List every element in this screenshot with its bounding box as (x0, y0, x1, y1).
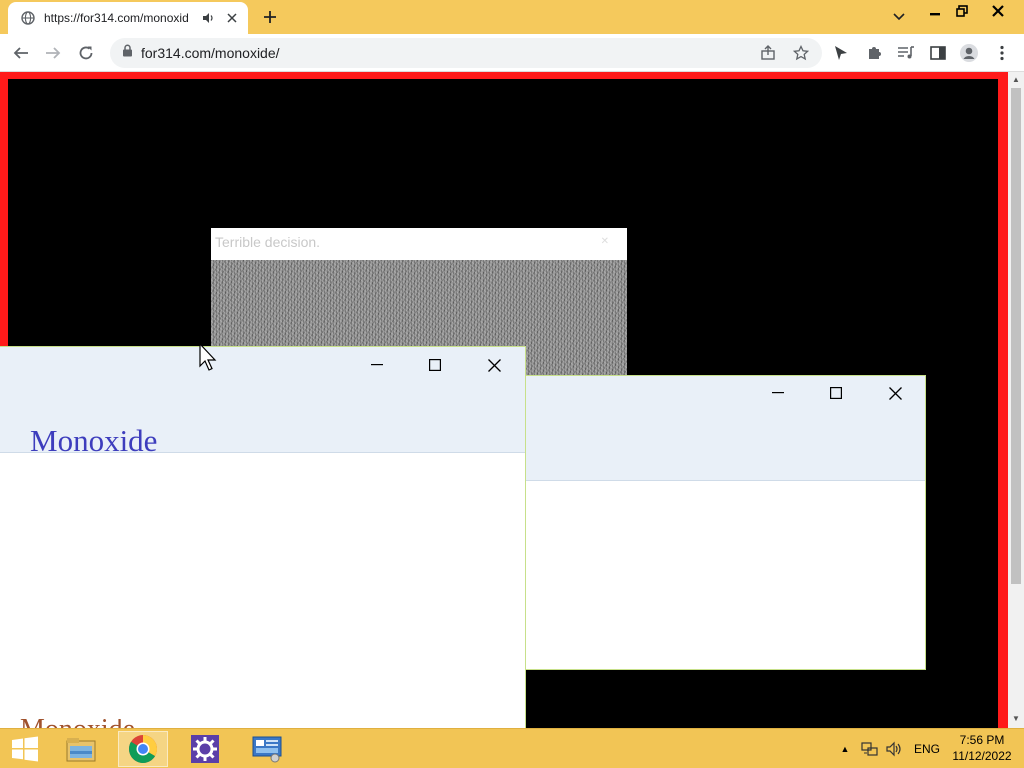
browser-tab[interactable]: https://for314.com/monoxid (8, 2, 248, 34)
mouse-cursor-icon (199, 343, 217, 371)
send-extension-button[interactable] (828, 40, 854, 66)
plus-icon (264, 11, 276, 23)
globe-icon (20, 10, 36, 26)
taskbar: ▲ ENG 7:56 PM 11/12/2022 (0, 728, 1024, 768)
back-button[interactable] (8, 40, 34, 66)
new-tab-button[interactable] (258, 6, 282, 28)
clock-date: 11/12/2022 (952, 749, 1012, 763)
profile-icon (960, 44, 978, 62)
red-border-top (0, 72, 1008, 79)
file-explorer-icon (66, 738, 96, 762)
red-border-right (998, 72, 1008, 728)
profile-button[interactable] (956, 40, 982, 66)
minimize-icon (930, 13, 940, 16)
settings-taskbar-item[interactable] (180, 731, 230, 767)
menu-dots-icon (1000, 45, 1004, 61)
clock-time: 7:56 PM (959, 733, 1005, 747)
scroll-down-icon[interactable]: ▼ (1011, 714, 1021, 724)
monoxide-close-button[interactable] (479, 353, 509, 377)
side-panel-icon (930, 46, 946, 60)
start-button[interactable] (0, 731, 50, 767)
puzzle-icon (869, 47, 881, 59)
language-indicator[interactable]: ENG (910, 737, 944, 761)
window-close-button[interactable] (983, 0, 1013, 22)
system-clock[interactable]: 7:56 PM 11/12/2022 (946, 732, 1018, 764)
star-icon[interactable] (789, 41, 813, 65)
side-panel-button[interactable] (925, 40, 951, 66)
address-bar[interactable]: for314.com/monoxide/ (110, 38, 822, 68)
reload-button[interactable] (73, 40, 99, 66)
minimize-icon (772, 392, 784, 394)
noise-dialog-close-icon: ✕ (600, 236, 609, 247)
speaker-icon[interactable] (200, 10, 216, 26)
chrome-icon (129, 735, 157, 763)
secondary-close-button[interactable] (880, 381, 910, 405)
tab-strip: https://for314.com/monoxid (0, 0, 1024, 34)
network-icon[interactable] (860, 737, 880, 761)
file-explorer-taskbar-item[interactable] (56, 731, 106, 767)
noise-dialog-title: Terrible decision. (211, 228, 627, 260)
settings-icon (191, 735, 219, 763)
control-panel-taskbar-item[interactable] (242, 731, 292, 767)
maximize-icon (429, 359, 441, 371)
browser-toolbar: for314.com/monoxide/ (0, 34, 1024, 72)
arrow-left-icon (13, 47, 28, 59)
control-panel-icon (252, 736, 282, 763)
media-control-button[interactable] (893, 40, 919, 66)
monoxide-app-title: Monoxide (30, 423, 158, 458)
monoxide-maximize-button[interactable] (420, 353, 450, 377)
extensions-button[interactable] (861, 40, 887, 66)
minimize-icon (371, 364, 383, 366)
volume-icon[interactable] (884, 737, 904, 761)
url-text: for314.com/monoxide/ (141, 45, 280, 61)
secondary-window-titlebar[interactable] (526, 376, 925, 480)
media-icon (898, 46, 914, 59)
close-icon (487, 358, 501, 372)
reload-icon (79, 46, 93, 60)
share-icon[interactable] (756, 41, 780, 65)
secondary-window[interactable] (526, 375, 926, 670)
close-icon (992, 5, 1004, 17)
secondary-window-divider (526, 480, 925, 481)
arrow-right-icon (46, 47, 61, 59)
scroll-up-icon[interactable]: ▲ (1011, 75, 1021, 85)
secondary-maximize-button[interactable] (821, 381, 851, 405)
windows-start-icon (12, 736, 38, 762)
close-icon (888, 386, 902, 400)
lock-icon[interactable] (122, 44, 133, 62)
secondary-minimize-button[interactable] (763, 381, 793, 405)
desktop-screen: https://for314.com/monoxid for314.com/mo… (0, 0, 1024, 768)
tab-search-button[interactable] (888, 6, 910, 28)
tab-title: https://for314.com/monoxid (44, 11, 189, 25)
monoxide-minimize-button[interactable] (362, 353, 392, 377)
browser-menu-button[interactable] (989, 40, 1015, 66)
maximize-icon (830, 387, 842, 399)
window-restore-button[interactable] (947, 0, 977, 22)
tab-close-icon[interactable] (224, 10, 240, 26)
scrollbar-thumb[interactable] (1011, 88, 1021, 584)
monoxide-window[interactable]: Monoxide Monoxide (0, 346, 526, 729)
window-minimize-button[interactable] (920, 0, 950, 22)
restore-icon (956, 5, 968, 17)
page-scrollbar[interactable]: ▲ ▼ (1008, 72, 1024, 728)
send-icon (835, 46, 847, 60)
forward-button[interactable] (40, 40, 66, 66)
chrome-taskbar-item[interactable] (118, 731, 168, 767)
chevron-down-icon (893, 13, 905, 21)
tray-overflow-chevron[interactable]: ▲ (838, 737, 852, 761)
